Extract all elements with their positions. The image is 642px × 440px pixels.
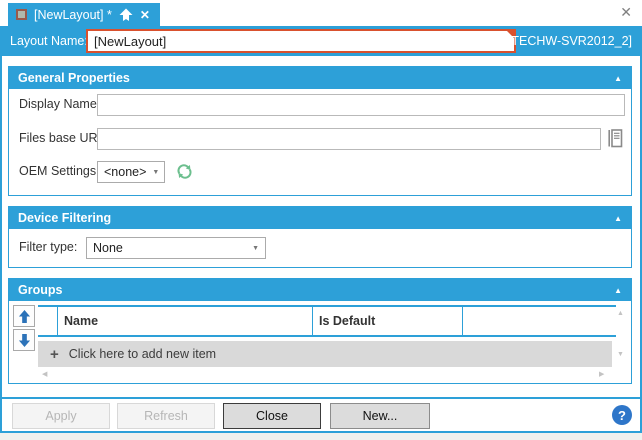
tab-title: [NewLayout] * bbox=[34, 7, 112, 22]
refresh-icon[interactable] bbox=[175, 162, 193, 180]
scroll-up-icon[interactable]: ▲ bbox=[617, 310, 624, 317]
general-properties-header[interactable]: General Properties ▲ bbox=[9, 67, 631, 89]
dropdown-value: <none> bbox=[104, 165, 147, 179]
tab-close-icon[interactable]: ✕ bbox=[140, 9, 150, 21]
display-name-input[interactable] bbox=[97, 94, 625, 116]
device-filtering-header[interactable]: Device Filtering ▲ bbox=[9, 207, 631, 229]
oem-settings-label: OEM Settings: bbox=[19, 164, 100, 178]
groups-header[interactable]: Groups ▲ bbox=[9, 279, 631, 301]
new-button[interactable]: New... bbox=[330, 403, 430, 429]
scroll-left-icon[interactable]: ◀ bbox=[42, 371, 47, 378]
collapse-icon[interactable]: ▲ bbox=[614, 286, 622, 295]
layout-name-inputwrap bbox=[86, 29, 516, 53]
move-down-button[interactable] bbox=[13, 329, 35, 351]
promote-arrow-icon[interactable] bbox=[119, 8, 133, 22]
browse-list-icon[interactable] bbox=[607, 128, 623, 149]
groups-table-header: Name Is Default bbox=[38, 305, 616, 337]
tab-strip: [NewLayout] * ✕ ✕ bbox=[0, 0, 642, 26]
section-groups: Groups ▲ Name Is Default + Click here to… bbox=[8, 278, 632, 384]
files-base-url-input[interactable] bbox=[97, 128, 601, 150]
column-header-name[interactable]: Name bbox=[64, 314, 98, 328]
column-separator bbox=[462, 307, 463, 335]
layout-document-icon bbox=[16, 9, 27, 20]
section-title: Device Filtering bbox=[18, 211, 112, 225]
section-device-filtering: Device Filtering ▲ Filter type: None ▼ bbox=[8, 206, 632, 268]
collapse-icon[interactable]: ▲ bbox=[614, 214, 622, 223]
collapse-icon[interactable]: ▲ bbox=[614, 74, 622, 83]
help-icon[interactable]: ? bbox=[612, 405, 632, 425]
refresh-button[interactable]: Refresh bbox=[117, 403, 215, 429]
pane-close-icon[interactable]: ✕ bbox=[620, 5, 632, 19]
section-general-properties: General Properties ▲ Display Name: Files… bbox=[8, 66, 632, 196]
oem-settings-dropdown[interactable]: <none> ▼ bbox=[97, 161, 165, 183]
layout-name-bar: Layout Name: [TECHW-SVR2012_2] bbox=[2, 26, 640, 56]
filter-type-dropdown[interactable]: None ▼ bbox=[86, 237, 266, 259]
dropdown-value: None bbox=[93, 241, 123, 255]
add-new-item-row[interactable]: + Click here to add new item bbox=[38, 341, 612, 367]
close-button[interactable]: Close bbox=[223, 403, 321, 429]
server-name-badge: [TECHW-SVR2012_2] bbox=[507, 34, 632, 48]
filter-type-label: Filter type: bbox=[19, 240, 78, 254]
add-new-item-label: Click here to add new item bbox=[68, 347, 217, 361]
scroll-right-icon[interactable]: ▶ bbox=[599, 371, 604, 378]
layout-editor-pane: Layout Name: [TECHW-SVR2012_2] General P… bbox=[0, 26, 642, 433]
section-title: Groups bbox=[18, 283, 63, 297]
apply-button[interactable]: Apply bbox=[12, 403, 110, 429]
tab-newlayout[interactable]: [NewLayout] * ✕ bbox=[8, 3, 160, 26]
application-window: [NewLayout] * ✕ ✕ Layout Name: [TECHW-SV… bbox=[0, 0, 642, 440]
column-header-is-default[interactable]: Is Default bbox=[319, 314, 375, 328]
section-title: General Properties bbox=[18, 71, 130, 85]
layout-name-label: Layout Name: bbox=[10, 34, 88, 48]
plus-icon: + bbox=[50, 345, 59, 363]
column-separator bbox=[57, 307, 58, 335]
chevron-down-icon: ▼ bbox=[252, 244, 259, 252]
move-up-button[interactable] bbox=[13, 305, 35, 327]
column-separator bbox=[312, 307, 313, 335]
chevron-down-icon: ▼ bbox=[152, 168, 160, 176]
footer-separator bbox=[2, 397, 640, 399]
files-base-url-label: Files base URL: bbox=[19, 131, 108, 145]
display-name-label: Display Name: bbox=[19, 97, 101, 111]
scroll-down-icon[interactable]: ▼ bbox=[617, 351, 624, 358]
bottom-strip bbox=[0, 433, 642, 440]
layout-name-input[interactable] bbox=[86, 29, 516, 53]
